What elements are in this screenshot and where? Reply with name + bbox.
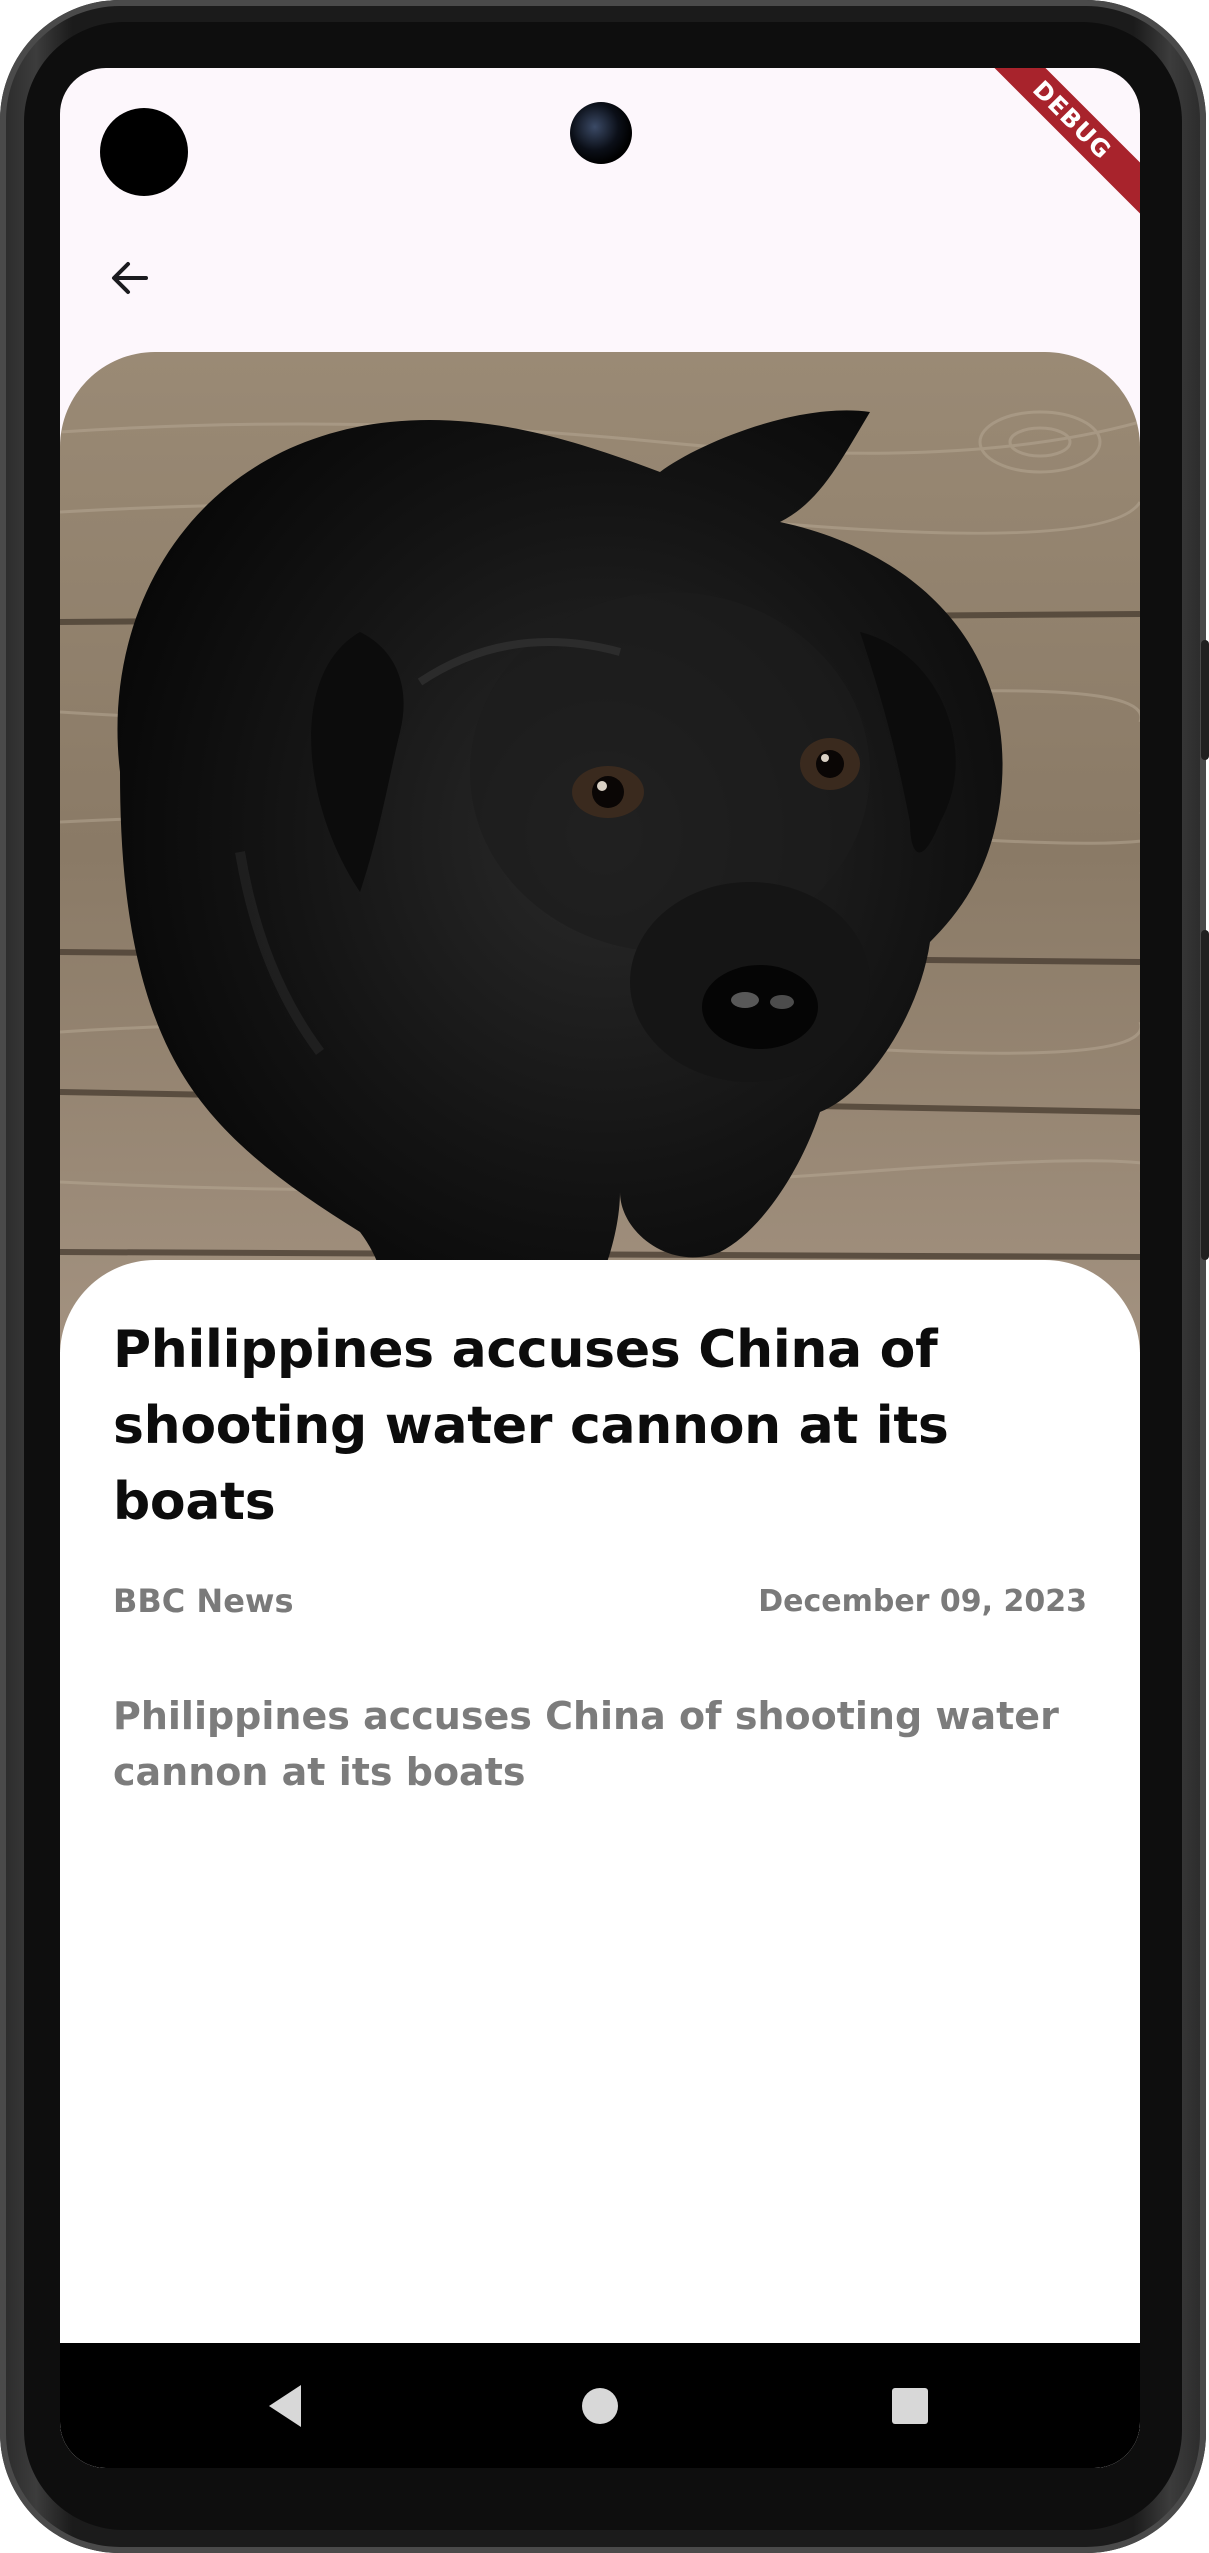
article-title: Philippines accuses China of shooting wa… [113, 1320, 949, 1532]
article-date: December 09, 2023 [758, 1584, 1087, 1619]
arrow-back-icon [112, 262, 148, 294]
debug-banner: DEBUG [967, 68, 1140, 225]
device: DEBUG Philippines accuses China of shoot… [0, 0, 1209, 2553]
article-description: Philippines accuses China of shooting wa… [113, 1694, 1059, 1794]
article-image [60, 352, 1140, 1352]
nav-home-icon [582, 2388, 618, 2424]
volume-button [1201, 640, 1209, 760]
power-button [1201, 930, 1209, 1260]
front-camera [570, 102, 632, 164]
nav-recents-icon [892, 2388, 928, 2424]
screen: DEBUG Philippines accuses China of shoot… [60, 68, 1140, 2468]
article-card: Philippines accuses China of shooting wa… [60, 1260, 1140, 2468]
nav-back-button[interactable] [250, 2371, 320, 2441]
nav-home-button[interactable] [565, 2371, 635, 2441]
status-notification-dot [100, 108, 188, 196]
article-source: BBC News [113, 1582, 294, 1620]
status-bar: DEBUG [60, 68, 1140, 225]
nav-back-icon [269, 2385, 301, 2427]
app-bar [60, 208, 1140, 348]
nav-recents-button[interactable] [875, 2371, 945, 2441]
system-nav-bar [60, 2343, 1140, 2468]
back-button[interactable] [90, 238, 170, 318]
